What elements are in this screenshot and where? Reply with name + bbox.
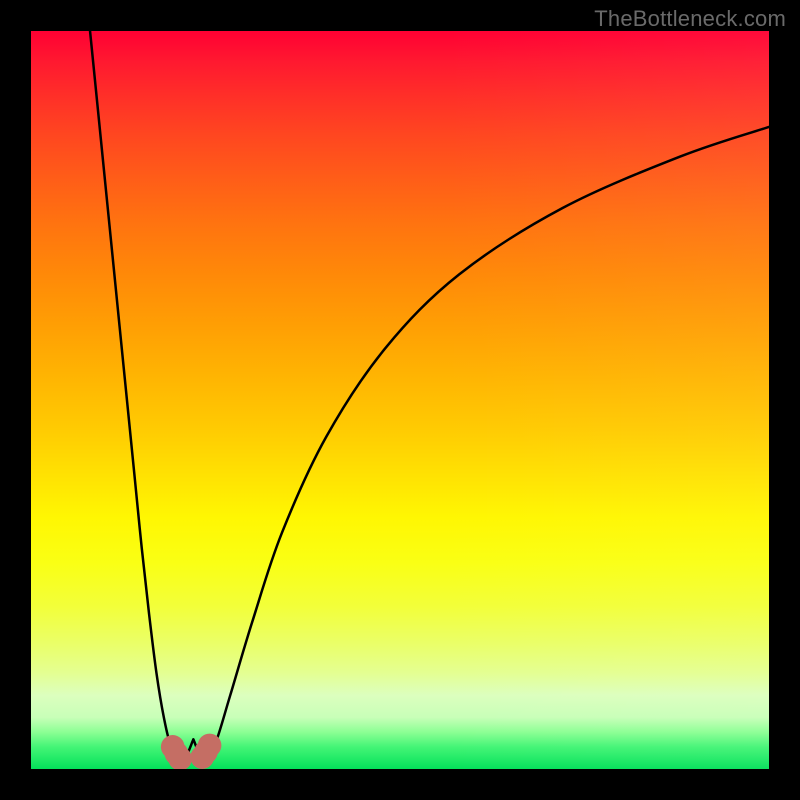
- curve-svg: [31, 31, 769, 769]
- marker-right-nub-bot: [198, 734, 222, 758]
- series-curve-right: [193, 127, 769, 762]
- series-curve-left: [90, 31, 193, 762]
- watermark-label: TheBottleneck.com: [594, 6, 786, 32]
- plot-area: [31, 31, 769, 769]
- marker-group: [161, 734, 222, 769]
- figure-root: TheBottleneck.com: [0, 0, 800, 800]
- curve-group: [90, 31, 769, 762]
